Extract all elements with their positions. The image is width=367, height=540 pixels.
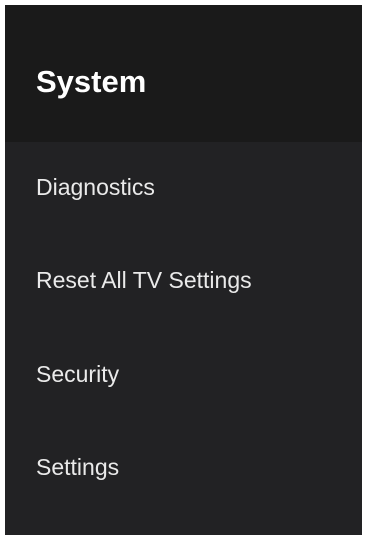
panel-header: System: [5, 5, 362, 142]
menu-item-reset-all-tv-settings[interactable]: Reset All TV Settings: [5, 235, 362, 327]
menu-item-label: Settings: [36, 454, 120, 480]
menu-item-security[interactable]: Security: [5, 329, 362, 421]
system-menu: Diagnostics Reset All TV Settings Securi…: [5, 142, 362, 535]
system-settings-panel: System Diagnostics Reset All TV Settings…: [5, 5, 362, 535]
menu-item-settings[interactable]: Settings: [5, 422, 362, 514]
menu-item-label: Reset All TV Settings: [36, 267, 252, 293]
page-title: System: [36, 64, 147, 99]
menu-item-label: Diagnostics: [36, 174, 155, 200]
menu-item-label: Security: [36, 361, 120, 387]
menu-item-diagnostics[interactable]: Diagnostics: [5, 142, 362, 234]
